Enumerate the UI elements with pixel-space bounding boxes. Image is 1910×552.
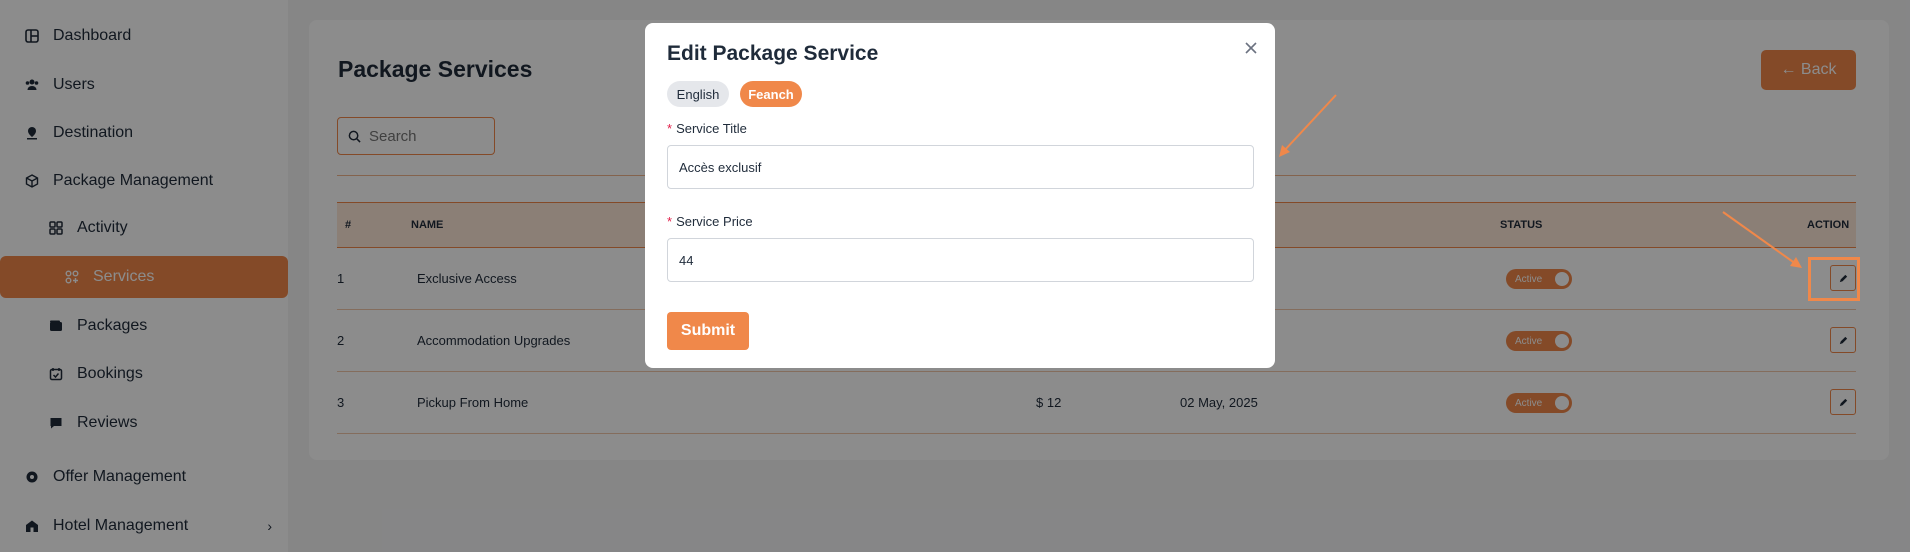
service-title-label: * Service Title [667, 121, 747, 136]
service-title-input[interactable] [667, 145, 1254, 189]
modal-title: Edit Package Service [667, 42, 879, 65]
close-icon [1245, 42, 1257, 54]
label-text: Service Price [676, 214, 753, 229]
required-mark: * [667, 121, 673, 136]
edit-button-highlight [1808, 257, 1860, 301]
edit-service-modal: Edit Package Service English Feanch * Ser… [645, 23, 1275, 368]
service-price-input[interactable] [667, 238, 1254, 282]
close-button[interactable] [1240, 37, 1262, 59]
service-price-label: * Service Price [667, 214, 753, 229]
required-mark: * [667, 214, 673, 229]
lang-tab-french[interactable]: Feanch [740, 81, 802, 107]
lang-tab-english[interactable]: English [667, 81, 729, 107]
label-text: Service Title [676, 121, 747, 136]
submit-button[interactable]: Submit [667, 312, 749, 350]
